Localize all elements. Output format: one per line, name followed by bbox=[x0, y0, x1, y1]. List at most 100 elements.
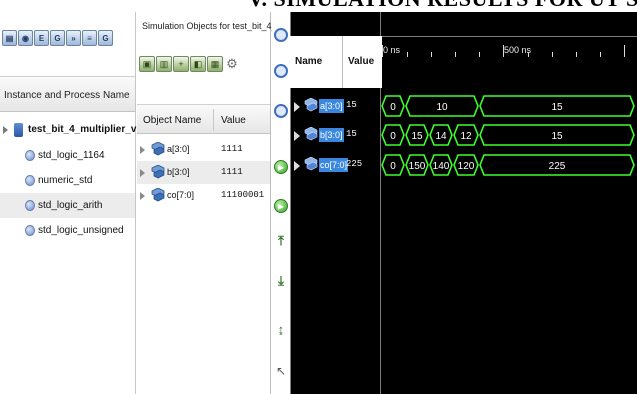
bus-signal-icon bbox=[151, 142, 165, 156]
library-icon bbox=[25, 200, 35, 211]
bus-segment-label: 12 bbox=[460, 131, 472, 142]
wave-signal-value: 225 bbox=[346, 159, 363, 169]
expand-arrow-icon[interactable] bbox=[294, 102, 300, 112]
go-green-icon[interactable]: ▶ bbox=[274, 160, 288, 174]
bus-waveform: 0 150 140 120 225 bbox=[381, 154, 635, 176]
table-row[interactable]: b[3:0] 1111 bbox=[137, 161, 270, 184]
wave-value-header[interactable]: Value bbox=[348, 56, 374, 67]
expand-arrow-icon[interactable] bbox=[3, 125, 8, 134]
column-divider[interactable] bbox=[213, 109, 214, 131]
bus-segment-label: 150 bbox=[409, 161, 426, 172]
object-value: 1111 bbox=[221, 167, 243, 177]
expand-arrow-icon[interactable] bbox=[140, 146, 145, 154]
table-row[interactable]: co[7:0] 11100001 bbox=[137, 184, 270, 207]
wave-signal-row[interactable]: co[7:0] 225 0 150 140 120 225 bbox=[290, 153, 637, 177]
time-tick bbox=[382, 45, 383, 57]
show-icon[interactable]: ◧ bbox=[190, 56, 206, 72]
tree-item-std-logic-1164[interactable]: std_logic_1164 bbox=[0, 143, 135, 168]
zoom-in-icon[interactable] bbox=[274, 28, 288, 42]
wave-signal-name[interactable]: a[3:0] bbox=[319, 99, 344, 113]
bus-segment-label: 0 bbox=[390, 131, 396, 142]
marker-icon[interactable]: ↨ bbox=[274, 322, 288, 337]
tree-item-label: std_logic_unsigned bbox=[38, 225, 124, 236]
tree-item-label: std_logic_arith bbox=[38, 200, 103, 211]
object-value: 1111 bbox=[221, 144, 243, 154]
bus-segment-label: 15 bbox=[551, 102, 563, 113]
expand-arrow-icon[interactable] bbox=[294, 161, 300, 171]
column-divider[interactable] bbox=[342, 36, 343, 88]
bus-segment-label: 10 bbox=[436, 102, 448, 113]
time-tick bbox=[407, 52, 408, 57]
objects-column-header: Object Name Value bbox=[137, 104, 270, 134]
zoom-out-icon[interactable] bbox=[274, 64, 288, 78]
entity-icon[interactable]: E bbox=[34, 30, 49, 46]
wave-signal-name[interactable]: co[7:0] bbox=[319, 158, 349, 172]
run-icon[interactable]: » bbox=[66, 30, 81, 46]
module-icon bbox=[14, 122, 23, 137]
add-icon[interactable]: + bbox=[173, 56, 189, 72]
bus-signal-icon bbox=[151, 188, 165, 202]
tree-item-std-logic-unsigned[interactable]: std_logic_unsigned bbox=[0, 218, 135, 243]
object-name-header[interactable]: Object Name bbox=[143, 115, 201, 126]
bus-segment-label: 15 bbox=[551, 131, 563, 142]
hierarchy-icon[interactable]: ▤ bbox=[2, 30, 17, 46]
time-tick bbox=[576, 52, 577, 57]
time-tick bbox=[503, 45, 504, 57]
bus-segment-label: 14 bbox=[435, 131, 447, 142]
go-end-icon[interactable]: ⤒ bbox=[274, 233, 288, 248]
bus-segment-label: 120 bbox=[458, 161, 475, 172]
bus-segment-label: 0 bbox=[390, 102, 396, 113]
time-tick bbox=[528, 52, 529, 57]
bus-signal-icon bbox=[304, 98, 318, 112]
expand-arrow-icon[interactable] bbox=[294, 131, 300, 141]
library-icon bbox=[25, 175, 35, 186]
go-start-icon[interactable]: ▶ bbox=[274, 199, 288, 213]
caption-text: V. SIMULATION RESULTS FOR UT SUTRA bbox=[248, 0, 637, 12]
object-value-header[interactable]: Value bbox=[221, 115, 246, 126]
signal-icon[interactable]: ◉ bbox=[18, 30, 33, 46]
bus-segment-label: 225 bbox=[549, 161, 566, 172]
library-icon bbox=[25, 225, 35, 236]
go-icon[interactable]: G bbox=[50, 30, 65, 46]
instance-header-label: Instance and Process Name bbox=[4, 90, 130, 101]
objects-list: a[3:0] 1111 b[3:0] 1111 co[7:0] 11100001 bbox=[137, 138, 270, 207]
bus-waveform: 0 15 14 12 15 bbox=[381, 124, 635, 146]
wave-signal-row[interactable]: b[3:0] 15 0 15 14 12 15 bbox=[290, 123, 637, 147]
bus-segment-label: 140 bbox=[433, 161, 450, 172]
time-tick bbox=[479, 52, 480, 57]
time-label-start: 0 ns bbox=[383, 45, 401, 55]
tree-item-test-bench[interactable]: test_bit_4_multiplier_vhd bbox=[0, 116, 149, 143]
bus-segment-label: 0 bbox=[390, 161, 396, 172]
tree-item-std-logic-arith[interactable]: std_logic_arith bbox=[0, 193, 135, 218]
bus-segment-label: 15 bbox=[411, 131, 423, 142]
cursor-icon[interactable]: ↖ bbox=[274, 364, 288, 378]
settings-icon[interactable]: ⚙ bbox=[224, 56, 240, 72]
wave-signal-value: 15 bbox=[346, 100, 357, 110]
bus-signal-icon bbox=[304, 127, 318, 141]
zoom-fit-icon[interactable] bbox=[274, 104, 288, 118]
bus-signal-icon bbox=[151, 165, 165, 179]
doc-icon[interactable]: ≡ bbox=[82, 30, 97, 46]
wave-name-header[interactable]: Name bbox=[295, 56, 322, 67]
object-name: co[7:0] bbox=[167, 190, 195, 200]
object-name: b[3:0] bbox=[167, 167, 190, 177]
undo-icon[interactable]: ⤓ bbox=[274, 273, 288, 288]
expand-arrow-icon[interactable] bbox=[140, 192, 145, 200]
object-value: 11100001 bbox=[221, 190, 265, 200]
zoom-icon[interactable]: ▦ bbox=[207, 56, 223, 72]
time-tick bbox=[600, 52, 601, 57]
wave-signal-name[interactable]: b[3:0] bbox=[319, 128, 344, 142]
wave-signal-value: 15 bbox=[346, 129, 357, 139]
wave-column-header: Name Value bbox=[290, 36, 382, 88]
time-tick bbox=[431, 52, 432, 57]
tree-item-numeric-std[interactable]: numeric_std bbox=[0, 168, 135, 193]
expand-arrow-icon[interactable] bbox=[140, 169, 145, 177]
instance-column-header[interactable]: Instance and Process Name bbox=[0, 76, 135, 112]
export-icon[interactable]: G bbox=[98, 30, 113, 46]
table-row[interactable]: a[3:0] 1111 bbox=[137, 138, 270, 161]
figure-caption: V. SIMULATION RESULTS FOR UT SUTRA bbox=[0, 0, 637, 12]
filter-icon[interactable]: ▥ bbox=[156, 56, 172, 72]
wave-signal-row[interactable]: a[3:0] 15 0 10 15 bbox=[290, 94, 637, 118]
objects-icon[interactable]: ▣ bbox=[139, 56, 155, 72]
time-tick bbox=[624, 45, 625, 57]
